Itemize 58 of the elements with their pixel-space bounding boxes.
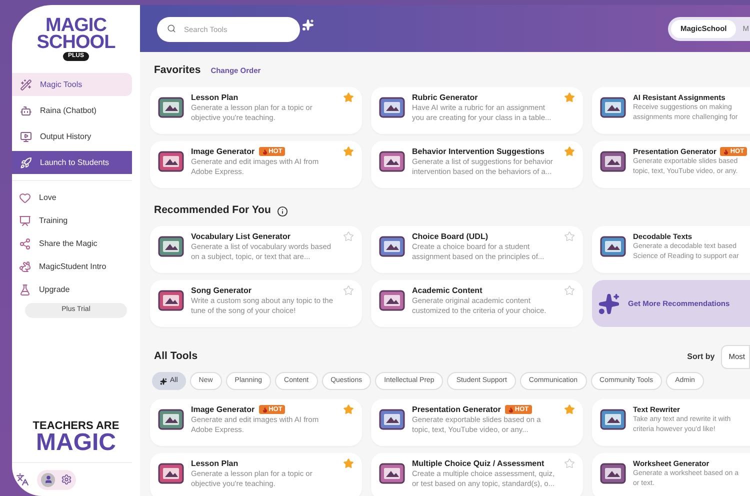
sort-label: Sort by <box>687 351 715 363</box>
nav-icon <box>20 78 32 90</box>
nav-icon <box>19 238 31 250</box>
nav-icon <box>20 156 32 168</box>
star-icon[interactable] <box>564 231 575 242</box>
sparkle-icon <box>302 18 314 30</box>
section-title: Recommended For You <box>154 203 271 218</box>
settings-icon[interactable] <box>61 474 72 485</box>
star-icon[interactable] <box>343 231 354 242</box>
star-icon[interactable] <box>564 458 575 469</box>
section-title: All Tools <box>154 349 198 364</box>
tool-title: Presentation Generator <box>412 404 501 416</box>
launch-button[interactable]: Launch to Students <box>12 151 132 174</box>
translate-icon[interactable] <box>16 473 29 486</box>
star-icon[interactable] <box>343 404 354 415</box>
nav-icon <box>20 104 32 116</box>
sparkle-icon <box>160 378 167 384</box>
tool-title: Song Generator <box>191 284 252 296</box>
star-icon[interactable] <box>564 92 575 103</box>
nav-icon <box>20 130 32 142</box>
star-icon[interactable] <box>564 146 575 157</box>
tool-title: Multiple Choice Quiz / Assessment <box>412 458 544 470</box>
sidebar-item[interactable]: MagicStudent Intro <box>12 255 140 278</box>
sidebar-item[interactable]: Share the Magic <box>12 232 140 255</box>
tool-title: Behavior Intervention Suggestions <box>412 146 544 158</box>
tool-title: Vocabulary List Generator <box>191 230 290 242</box>
nav-icon <box>19 260 31 272</box>
sidebar-item[interactable]: Magic Tools <box>12 73 132 96</box>
sidebar-item[interactable]: Output History <box>12 125 132 148</box>
sparkle-icon <box>598 292 620 314</box>
tool-title: Academic Content <box>412 284 482 296</box>
logo-text: SCHOOL <box>36 34 116 51</box>
star-icon[interactable] <box>343 285 354 296</box>
tool-title: Lesson Plan <box>191 92 238 104</box>
star-icon[interactable] <box>564 404 575 415</box>
nav-icon <box>19 284 31 296</box>
search-icon <box>167 24 176 33</box>
tool-title: Lesson Plan <box>191 458 238 470</box>
tool-title: Image Generator <box>191 404 255 416</box>
sidebar-item[interactable]: Training <box>12 209 140 232</box>
sidebar-item[interactable]: Upgrade <box>12 278 140 301</box>
section-title: Favorites <box>154 63 201 78</box>
info-icon[interactable] <box>276 206 288 216</box>
logo-text: MAGIC <box>46 17 106 34</box>
star-icon[interactable] <box>343 458 354 469</box>
star-icon[interactable] <box>564 285 575 296</box>
nav-icon <box>19 214 31 226</box>
tool-title: Rubric Generator <box>412 92 478 104</box>
sidebar-item[interactable]: Raina (Chatbot) <box>12 99 132 122</box>
tool-title: Choice Board (UDL) <box>412 230 488 242</box>
star-icon[interactable] <box>343 92 354 103</box>
avatar[interactable] <box>41 472 55 486</box>
tool-title: Image Generator <box>191 146 255 158</box>
sidebar-item[interactable]: Love <box>12 186 140 209</box>
slogan-text: TEACHERS ARE <box>32 420 120 432</box>
slogan-text: MAGIC <box>36 432 116 454</box>
nav-icon <box>19 192 31 204</box>
star-icon[interactable] <box>343 146 354 157</box>
